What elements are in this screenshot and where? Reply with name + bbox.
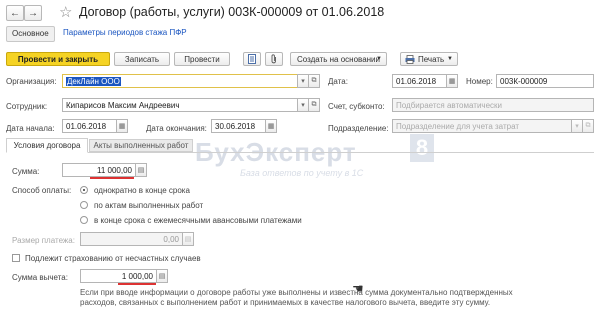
- date-calendar-button[interactable]: ▦: [446, 74, 458, 88]
- favorite-star-icon[interactable]: ☆: [59, 3, 72, 21]
- tab-work-acts[interactable]: Акты выполненных работ: [89, 139, 193, 152]
- end-date-label: Дата окончания:: [146, 124, 207, 133]
- pfr-periods-link[interactable]: Параметры периодов стажа ПФР: [63, 28, 187, 37]
- org-input[interactable]: ДекЛайн ООО: [62, 74, 298, 88]
- tabs-underline: [6, 152, 594, 153]
- save-button[interactable]: Записать: [114, 52, 170, 66]
- payment-once-radio[interactable]: [80, 186, 88, 194]
- print-button[interactable]: Печать ▼: [400, 52, 458, 66]
- post-button[interactable]: Провести: [174, 52, 230, 66]
- forward-button[interactable]: →: [24, 5, 42, 21]
- deduction-calculator-button[interactable]: ▤: [156, 269, 168, 283]
- document-icon: [248, 54, 256, 64]
- org-open-button[interactable]: ⧉: [308, 74, 320, 88]
- calculator-icon: ▤: [137, 167, 145, 174]
- chevron-down-icon: ▾: [301, 102, 305, 109]
- payment-once-label[interactable]: однократно в конце срока: [94, 186, 190, 195]
- post-and-close-button[interactable]: Провести и закрыть: [6, 52, 110, 66]
- chevron-down-icon: ▾: [575, 123, 579, 130]
- tab-main[interactable]: Основное: [6, 26, 55, 42]
- deduction-note: Если при вводе информации о договоре раб…: [80, 288, 513, 307]
- chevron-down-icon: ▼: [376, 56, 382, 62]
- department-label: Подразделение:: [328, 124, 389, 133]
- document-icon-button[interactable]: [243, 52, 261, 66]
- account-input[interactable]: Подбирается автоматически: [392, 98, 594, 112]
- payment-method-label: Способ оплаты:: [12, 186, 72, 195]
- date-input[interactable]: 01.06.2018: [392, 74, 447, 88]
- end-date-calendar-button[interactable]: ▦: [265, 119, 277, 133]
- payment-advance-radio[interactable]: [80, 216, 88, 224]
- payment-size-calculator-button[interactable]: ▤: [182, 232, 194, 246]
- chevron-down-icon: ▼: [447, 56, 453, 62]
- attachment-button[interactable]: [265, 52, 283, 66]
- calculator-icon: ▤: [158, 273, 166, 280]
- payment-acts-label[interactable]: по актам выполненных работ: [94, 201, 203, 210]
- payment-size-input[interactable]: 0,00: [80, 232, 183, 246]
- account-label: Счет, субконто:: [328, 102, 385, 111]
- back-button[interactable]: ←: [6, 5, 24, 21]
- calculator-icon: ▤: [184, 236, 192, 243]
- calendar-icon: ▦: [448, 78, 456, 85]
- deduction-label: Сумма вычета:: [12, 273, 68, 282]
- back-arrow-icon: ←: [10, 7, 20, 19]
- calendar-icon: ▦: [267, 123, 275, 130]
- end-date-input[interactable]: 30.06.2018: [211, 119, 266, 133]
- open-link-icon: ⧉: [585, 122, 591, 129]
- watermark-tagline: База ответов по учету в 1С: [240, 168, 364, 178]
- sum-label: Сумма:: [12, 167, 40, 176]
- chevron-down-icon: ▾: [301, 78, 305, 85]
- payment-advance-label[interactable]: в конце срока с ежемесячными авансовыми …: [94, 216, 302, 225]
- create-based-on-button[interactable]: Создать на основании ▼: [290, 52, 387, 66]
- department-open-button[interactable]: ⧉: [582, 119, 594, 133]
- employee-input[interactable]: Кипарисов Максим Андреевич: [62, 98, 298, 112]
- department-input[interactable]: Подразделение для учета затрат: [392, 119, 572, 133]
- tab-contract-terms[interactable]: Условия договора: [6, 138, 88, 153]
- date-label: Дата:: [328, 77, 348, 86]
- sum-input[interactable]: 11 000,00: [62, 163, 136, 177]
- open-link-icon: ⧉: [311, 77, 317, 84]
- start-date-calendar-button[interactable]: ▦: [116, 119, 128, 133]
- payment-size-label: Размер платежа:: [12, 236, 75, 245]
- deduction-input[interactable]: 1 000,00: [80, 269, 157, 283]
- number-label: Номер:: [466, 77, 493, 86]
- start-date-label: Дата начала:: [6, 124, 55, 133]
- sum-underline: [90, 177, 134, 179]
- employee-open-button[interactable]: ⧉: [308, 98, 320, 112]
- deduction-underline: [118, 283, 156, 285]
- payment-acts-radio[interactable]: [80, 201, 88, 209]
- printer-icon: [405, 54, 415, 64]
- sum-calculator-button[interactable]: ▤: [135, 163, 147, 177]
- number-input[interactable]: 003К-000009: [496, 74, 594, 88]
- page-title: Договор (работы, услуги) 003К-000009 от …: [79, 5, 385, 19]
- employee-label: Сотрудник:: [6, 102, 48, 111]
- forward-arrow-icon: →: [28, 7, 38, 19]
- start-date-input[interactable]: 01.06.2018: [62, 119, 117, 133]
- paperclip-icon: [271, 54, 276, 64]
- org-label: Организация:: [6, 77, 57, 86]
- insurance-label[interactable]: Подлежит страхованию от несчастных случа…: [25, 254, 201, 263]
- insurance-checkbox[interactable]: [12, 254, 20, 262]
- calendar-icon: ▦: [118, 123, 126, 130]
- open-link-icon: ⧉: [311, 101, 317, 108]
- watermark-digit: 8: [410, 134, 434, 162]
